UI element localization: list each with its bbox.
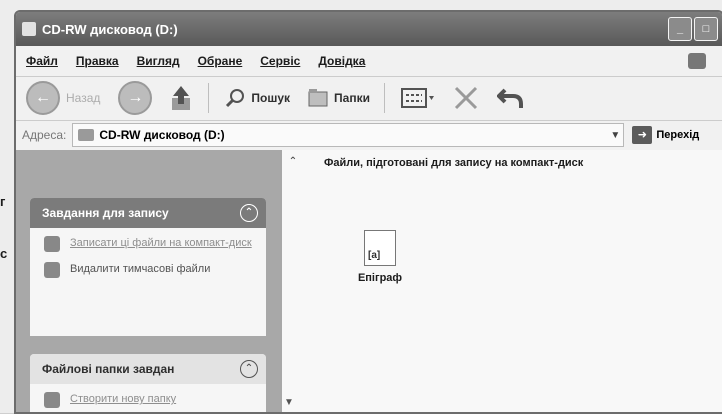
toolbar: ← Назад → Пошук Папки (16, 76, 722, 121)
search-icon (226, 89, 245, 108)
file-view: ⌃ Файли, підготовані для запису на компа… (282, 150, 722, 412)
task-new-folder[interactable]: Створити нову папку (30, 384, 266, 410)
menu-edit[interactable]: Правка (76, 54, 119, 68)
file-tasks-header[interactable]: Файлові папки завдан ⌃ (30, 354, 266, 384)
address-input[interactable]: CD-RW дисковод (D:) ▼ (72, 123, 625, 147)
search-button[interactable]: Пошук (225, 88, 290, 108)
delete-button[interactable] (453, 85, 479, 111)
write-tasks-title: Завдання для запису (42, 206, 169, 220)
file-name: Епіграф (357, 272, 403, 284)
chevron-down-icon[interactable]: ▼ (284, 397, 294, 408)
address-bar: Адреса: CD-RW дисковод (D:) ▼ ➜ Перехід (16, 120, 722, 151)
go-button[interactable]: ➜ Перехід (632, 126, 699, 144)
chevron-up-icon[interactable]: ⌃ (286, 156, 300, 170)
file-group-header[interactable]: ⌃ Файли, підготовані для запису на компа… (286, 156, 584, 170)
forward-button[interactable]: → (118, 81, 153, 115)
go-label: Перехід (656, 129, 700, 141)
edge-text-2: с (0, 246, 8, 261)
minimize-button[interactable]: _ (668, 17, 692, 41)
menu-help[interactable]: Довідка (318, 54, 365, 68)
windows-logo-icon (688, 53, 706, 69)
window-icon (22, 22, 36, 36)
burn-cd-icon (44, 236, 60, 252)
file-tasks-title: Файлові папки завдан (42, 362, 175, 376)
file-item[interactable]: [a] Епіграф (356, 230, 404, 284)
cd-drive-icon (78, 129, 95, 141)
undo-button[interactable] (496, 86, 525, 110)
forward-arrow-icon: → (118, 81, 153, 115)
menu-bar: Файл Правка Вигляд Обране Сервіс Довідка (16, 46, 722, 77)
folders-label: Папки (334, 91, 370, 105)
window-title: CD-RW дисковод (D:) (42, 21, 178, 37)
back-label: Назад (66, 91, 101, 105)
undo-icon (496, 88, 523, 108)
collapse-chevron-icon[interactable]: ⌃ (240, 204, 258, 222)
folders-icon (308, 89, 328, 107)
write-tasks-header[interactable]: Завдання для запису ⌃ (30, 198, 266, 228)
collapse-chevron-icon[interactable]: ⌃ (240, 360, 258, 378)
task-pane: Завдання для запису ⌃ Записати ці файли … (16, 150, 282, 412)
file-tasks-panel: Файлові папки завдан ⌃ Створити нову пап… (30, 354, 266, 412)
text-file-icon: [a] (364, 230, 396, 266)
folders-button[interactable]: Папки (308, 88, 370, 108)
chevron-down-icon[interactable]: ▼ (607, 130, 623, 141)
address-label: Адреса: (22, 128, 67, 142)
views-button[interactable] (400, 87, 435, 109)
search-label: Пошук (251, 91, 291, 105)
title-bar[interactable]: CD-RW дисковод (D:) _ □ (16, 12, 722, 46)
menu-file[interactable]: Файл (26, 54, 58, 68)
views-icon (400, 88, 434, 108)
back-arrow-icon: ← (26, 81, 60, 115)
toolbar-separator (208, 83, 210, 113)
task-burn-files[interactable]: Записати ці файли на компакт-диск (30, 228, 266, 254)
menu-favorites[interactable]: Обране (198, 54, 243, 68)
menu-view[interactable]: Вигляд (137, 54, 180, 68)
explorer-window: CD-RW дисковод (D:) _ □ Файл Правка Вигл… (14, 10, 722, 414)
menu-tools[interactable]: Сервіс (260, 54, 300, 68)
task-delete-temp-label: Видалити тимчасові файли (70, 263, 211, 275)
address-value: CD-RW дисковод (D:) (99, 128, 225, 142)
back-button[interactable]: ← Назад (26, 81, 100, 115)
edge-text-1: г (0, 194, 6, 209)
up-folder-button[interactable] (170, 84, 194, 112)
task-delete-temp[interactable]: Видалити тимчасові файли (30, 254, 266, 280)
file-group-title: Файли, підготовані для запису на компакт… (324, 157, 584, 169)
delete-temp-icon (44, 262, 60, 278)
go-arrow-icon: ➜ (632, 126, 653, 144)
up-folder-icon (172, 86, 191, 110)
window-controls: _ □ (668, 17, 718, 41)
delete-x-icon (454, 86, 478, 110)
task-new-folder-label: Створити нову папку (70, 393, 177, 405)
toolbar-separator (383, 83, 385, 113)
maximize-button[interactable]: □ (694, 17, 718, 41)
task-burn-files-label: Записати ці файли на компакт-диск (70, 237, 252, 249)
file-type-badge: [a] (368, 250, 381, 261)
new-folder-icon (44, 392, 60, 408)
write-tasks-panel: Завдання для запису ⌃ Записати ці файли … (30, 198, 266, 336)
